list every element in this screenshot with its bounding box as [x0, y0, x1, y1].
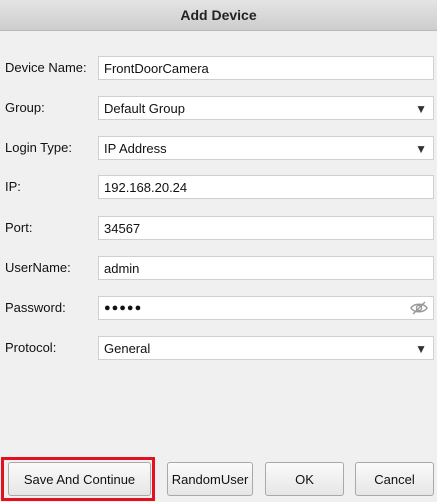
group-label: Group: [5, 100, 45, 115]
port-field[interactable] [98, 216, 434, 240]
device-name-row: Device Name: [0, 56, 437, 80]
device-name-input[interactable] [104, 60, 433, 76]
protocol-label: Protocol: [5, 340, 57, 355]
protocol-row: Protocol: General ▼ [0, 336, 437, 360]
protocol-select[interactable]: General ▼ [98, 336, 434, 360]
username-label: UserName: [5, 260, 71, 275]
login-type-select[interactable]: IP Address ▼ [98, 136, 434, 160]
cancel-button[interactable]: Cancel [355, 462, 434, 496]
login-type-row: Login Type: IP Address ▼ [0, 136, 437, 160]
password-label: Password: [5, 300, 66, 315]
add-device-dialog: Add Device Device Name: Group: Default G… [0, 0, 437, 502]
port-row: Port: [0, 216, 437, 240]
chevron-down-icon[interactable]: ▼ [415, 102, 427, 116]
port-label: Port: [5, 220, 33, 235]
chevron-down-icon[interactable]: ▼ [415, 142, 427, 156]
device-name-field[interactable] [98, 56, 434, 80]
dialog-title: Add Device [180, 7, 257, 23]
group-value: Default Group [104, 100, 185, 116]
port-input[interactable] [104, 220, 433, 236]
group-select[interactable]: Default Group ▼ [98, 96, 434, 120]
password-row: Password: ●●●●● [0, 296, 437, 320]
device-name-label: Device Name: [5, 60, 87, 75]
group-row: Group: Default Group ▼ [0, 96, 437, 120]
username-input[interactable] [104, 260, 433, 276]
login-type-label: Login Type: [5, 140, 72, 155]
dialog-titlebar: Add Device [0, 0, 437, 31]
ok-button[interactable]: OK [265, 462, 344, 496]
random-user-button[interactable]: RandomUser [167, 462, 253, 496]
password-field[interactable]: ●●●●● [98, 296, 434, 320]
ip-field[interactable] [98, 175, 434, 199]
highlight-box [1, 457, 155, 501]
ip-label: IP: [5, 179, 21, 194]
eye-slash-icon[interactable] [410, 300, 428, 319]
login-type-value: IP Address [104, 140, 167, 156]
protocol-value: General [104, 340, 151, 356]
username-field[interactable] [98, 256, 434, 280]
password-value[interactable]: ●●●●● [104, 302, 142, 314]
username-row: UserName: [0, 256, 437, 280]
chevron-down-icon[interactable]: ▼ [415, 342, 427, 356]
ip-row: IP: [0, 175, 437, 199]
ip-input[interactable] [104, 179, 433, 195]
